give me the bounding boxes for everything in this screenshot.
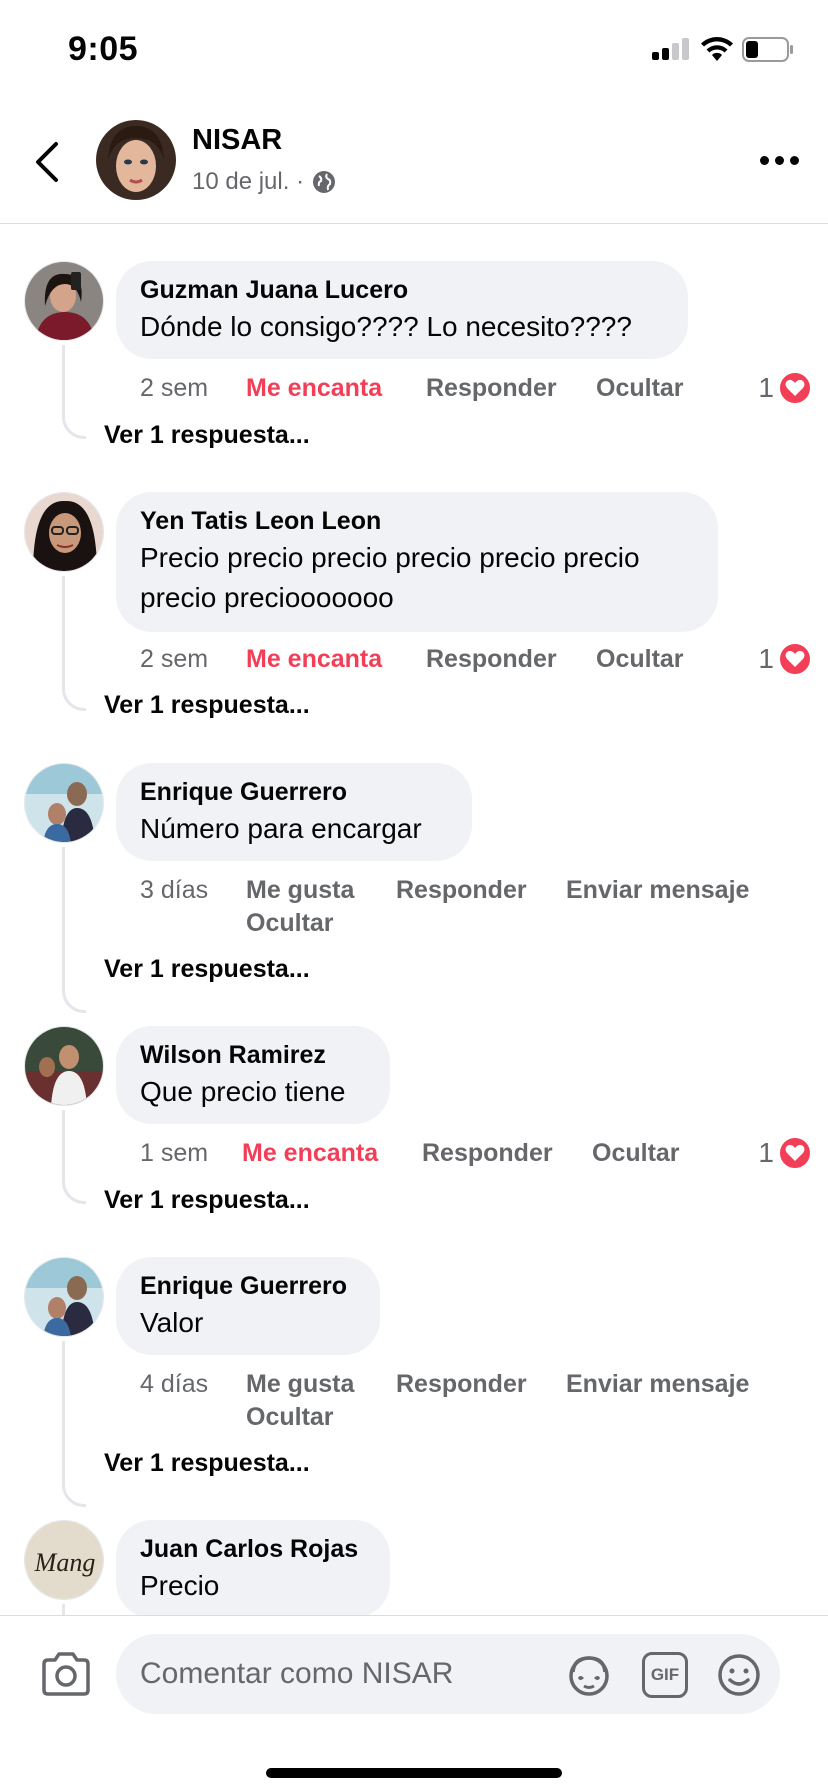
comment-bubble[interactable]: Yen Tatis Leon Leon Precio precio precio… xyxy=(116,492,718,632)
thread-line xyxy=(62,576,86,711)
hide-button[interactable]: Ocultar xyxy=(246,906,334,940)
avatar[interactable] xyxy=(24,1257,104,1337)
post-meta: 10 de jul. · xyxy=(192,168,336,196)
like-button[interactable]: Me gusta xyxy=(246,873,354,907)
avatar-sticker-icon[interactable] xyxy=(566,1652,612,1698)
thread-line xyxy=(62,1110,86,1204)
gif-icon[interactable]: GIF xyxy=(642,1652,688,1698)
reaction-count: 1 xyxy=(758,643,774,674)
camera-icon[interactable] xyxy=(40,1650,92,1698)
thread-line xyxy=(62,1341,86,1507)
heart-icon xyxy=(778,371,812,405)
comment-author[interactable]: Wilson Ramirez xyxy=(140,1040,366,1070)
reaction-count: 1 xyxy=(758,372,774,403)
comment-time[interactable]: 4 días xyxy=(140,1367,208,1401)
wifi-icon xyxy=(701,37,733,61)
comment-author[interactable]: Enrique Guerrero xyxy=(140,1271,356,1301)
comment-text: Dónde lo consigo???? Lo necesito???? xyxy=(140,311,632,342)
heart-icon xyxy=(778,642,812,676)
reply-button[interactable]: Responder xyxy=(426,371,557,405)
comment-author[interactable]: Juan Carlos Rojas xyxy=(140,1534,366,1564)
home-indicator[interactable] xyxy=(266,1768,562,1778)
thread-line xyxy=(62,345,86,439)
view-replies-link[interactable]: Ver 1 respuesta... xyxy=(104,691,310,720)
back-arrow-icon[interactable] xyxy=(28,138,68,186)
thread-line xyxy=(62,847,86,1013)
avatar[interactable] xyxy=(24,1026,104,1106)
cellular-signal-icon xyxy=(652,38,692,60)
reaction-summary[interactable]: 1 xyxy=(758,642,812,676)
avatar[interactable] xyxy=(24,763,104,843)
comment-time[interactable]: 1 sem xyxy=(140,1136,208,1170)
comment-bubble[interactable]: Enrique Guerrero Valor xyxy=(116,1257,380,1355)
comment-author[interactable]: Yen Tatis Leon Leon xyxy=(140,506,694,536)
comment-bubble[interactable]: Enrique Guerrero Número para encargar xyxy=(116,763,472,861)
reply-button[interactable]: Responder xyxy=(422,1136,553,1170)
comment-bubble[interactable]: Wilson Ramirez Que precio tiene xyxy=(116,1026,390,1124)
comments-list: Guzman Juana Lucero Dónde lo consigo????… xyxy=(0,225,828,1615)
hide-button[interactable]: Ocultar xyxy=(246,1400,334,1434)
love-reaction-button[interactable]: Me encanta xyxy=(242,1136,378,1170)
svg-text:Mang: Mang xyxy=(34,1548,96,1577)
post-date: 10 de jul. · xyxy=(192,168,305,195)
comment-time[interactable]: 3 días xyxy=(140,873,208,907)
hide-button[interactable]: Ocultar xyxy=(592,1136,680,1170)
comment-bubble[interactable]: Guzman Juana Lucero Dónde lo consigo????… xyxy=(116,261,688,359)
emoji-icon[interactable] xyxy=(716,1652,762,1698)
globe-icon xyxy=(313,171,336,193)
comment-author[interactable]: Guzman Juana Lucero xyxy=(140,275,664,305)
hide-button[interactable]: Ocultar xyxy=(596,642,684,676)
reaction-summary[interactable]: 1 xyxy=(758,1136,812,1170)
view-replies-link[interactable]: Ver 1 respuesta... xyxy=(104,955,310,984)
love-reaction-button[interactable]: Me encanta xyxy=(246,642,382,676)
reply-button[interactable]: Responder xyxy=(426,642,557,676)
view-replies-link[interactable]: Ver 1 respuesta... xyxy=(104,1449,310,1478)
comment-text: Número para encargar xyxy=(140,813,422,844)
reaction-count: 1 xyxy=(758,1137,774,1168)
comment-text: Precio xyxy=(140,1570,220,1601)
reply-button[interactable]: Responder xyxy=(396,1367,527,1401)
comment-author[interactable]: Enrique Guerrero xyxy=(140,777,448,807)
comment-bubble[interactable]: Juan Carlos Rojas Precio xyxy=(116,1520,390,1615)
comment-text: Que precio tiene xyxy=(140,1076,346,1107)
send-message-button[interactable]: Enviar mensaje xyxy=(566,873,749,907)
avatar[interactable] xyxy=(24,492,104,572)
page-avatar[interactable] xyxy=(96,120,176,200)
page-name[interactable]: NISAR xyxy=(192,124,282,157)
status-bar: 9:05 xyxy=(0,0,828,100)
reply-button[interactable]: Responder xyxy=(396,873,527,907)
post-header: NISAR 10 de jul. · xyxy=(0,100,828,224)
comment-composer: GIF xyxy=(0,1615,828,1792)
view-replies-link[interactable]: Ver 1 respuesta... xyxy=(104,1186,310,1215)
avatar[interactable] xyxy=(24,261,104,341)
comment-input-wrapper: GIF xyxy=(116,1634,780,1714)
like-button[interactable]: Me gusta xyxy=(246,1367,354,1401)
thread-line xyxy=(62,1604,86,1615)
love-reaction-button[interactable]: Me encanta xyxy=(246,371,382,405)
more-options-icon[interactable] xyxy=(760,156,800,168)
battery-icon xyxy=(742,37,793,62)
comment-input[interactable] xyxy=(140,1654,540,1694)
hide-button[interactable]: Ocultar xyxy=(596,371,684,405)
comment-time[interactable]: 2 sem xyxy=(140,371,208,405)
status-time: 9:05 xyxy=(68,30,139,68)
reaction-summary[interactable]: 1 xyxy=(758,371,812,405)
heart-icon xyxy=(778,1136,812,1170)
avatar[interactable]: Mang xyxy=(24,1520,104,1600)
comment-text: Precio precio precio precio precio preci… xyxy=(140,542,640,613)
view-replies-link[interactable]: Ver 1 respuesta... xyxy=(104,421,310,450)
send-message-button[interactable]: Enviar mensaje xyxy=(566,1367,749,1401)
comment-text: Valor xyxy=(140,1307,204,1338)
comment-time[interactable]: 2 sem xyxy=(140,642,208,676)
